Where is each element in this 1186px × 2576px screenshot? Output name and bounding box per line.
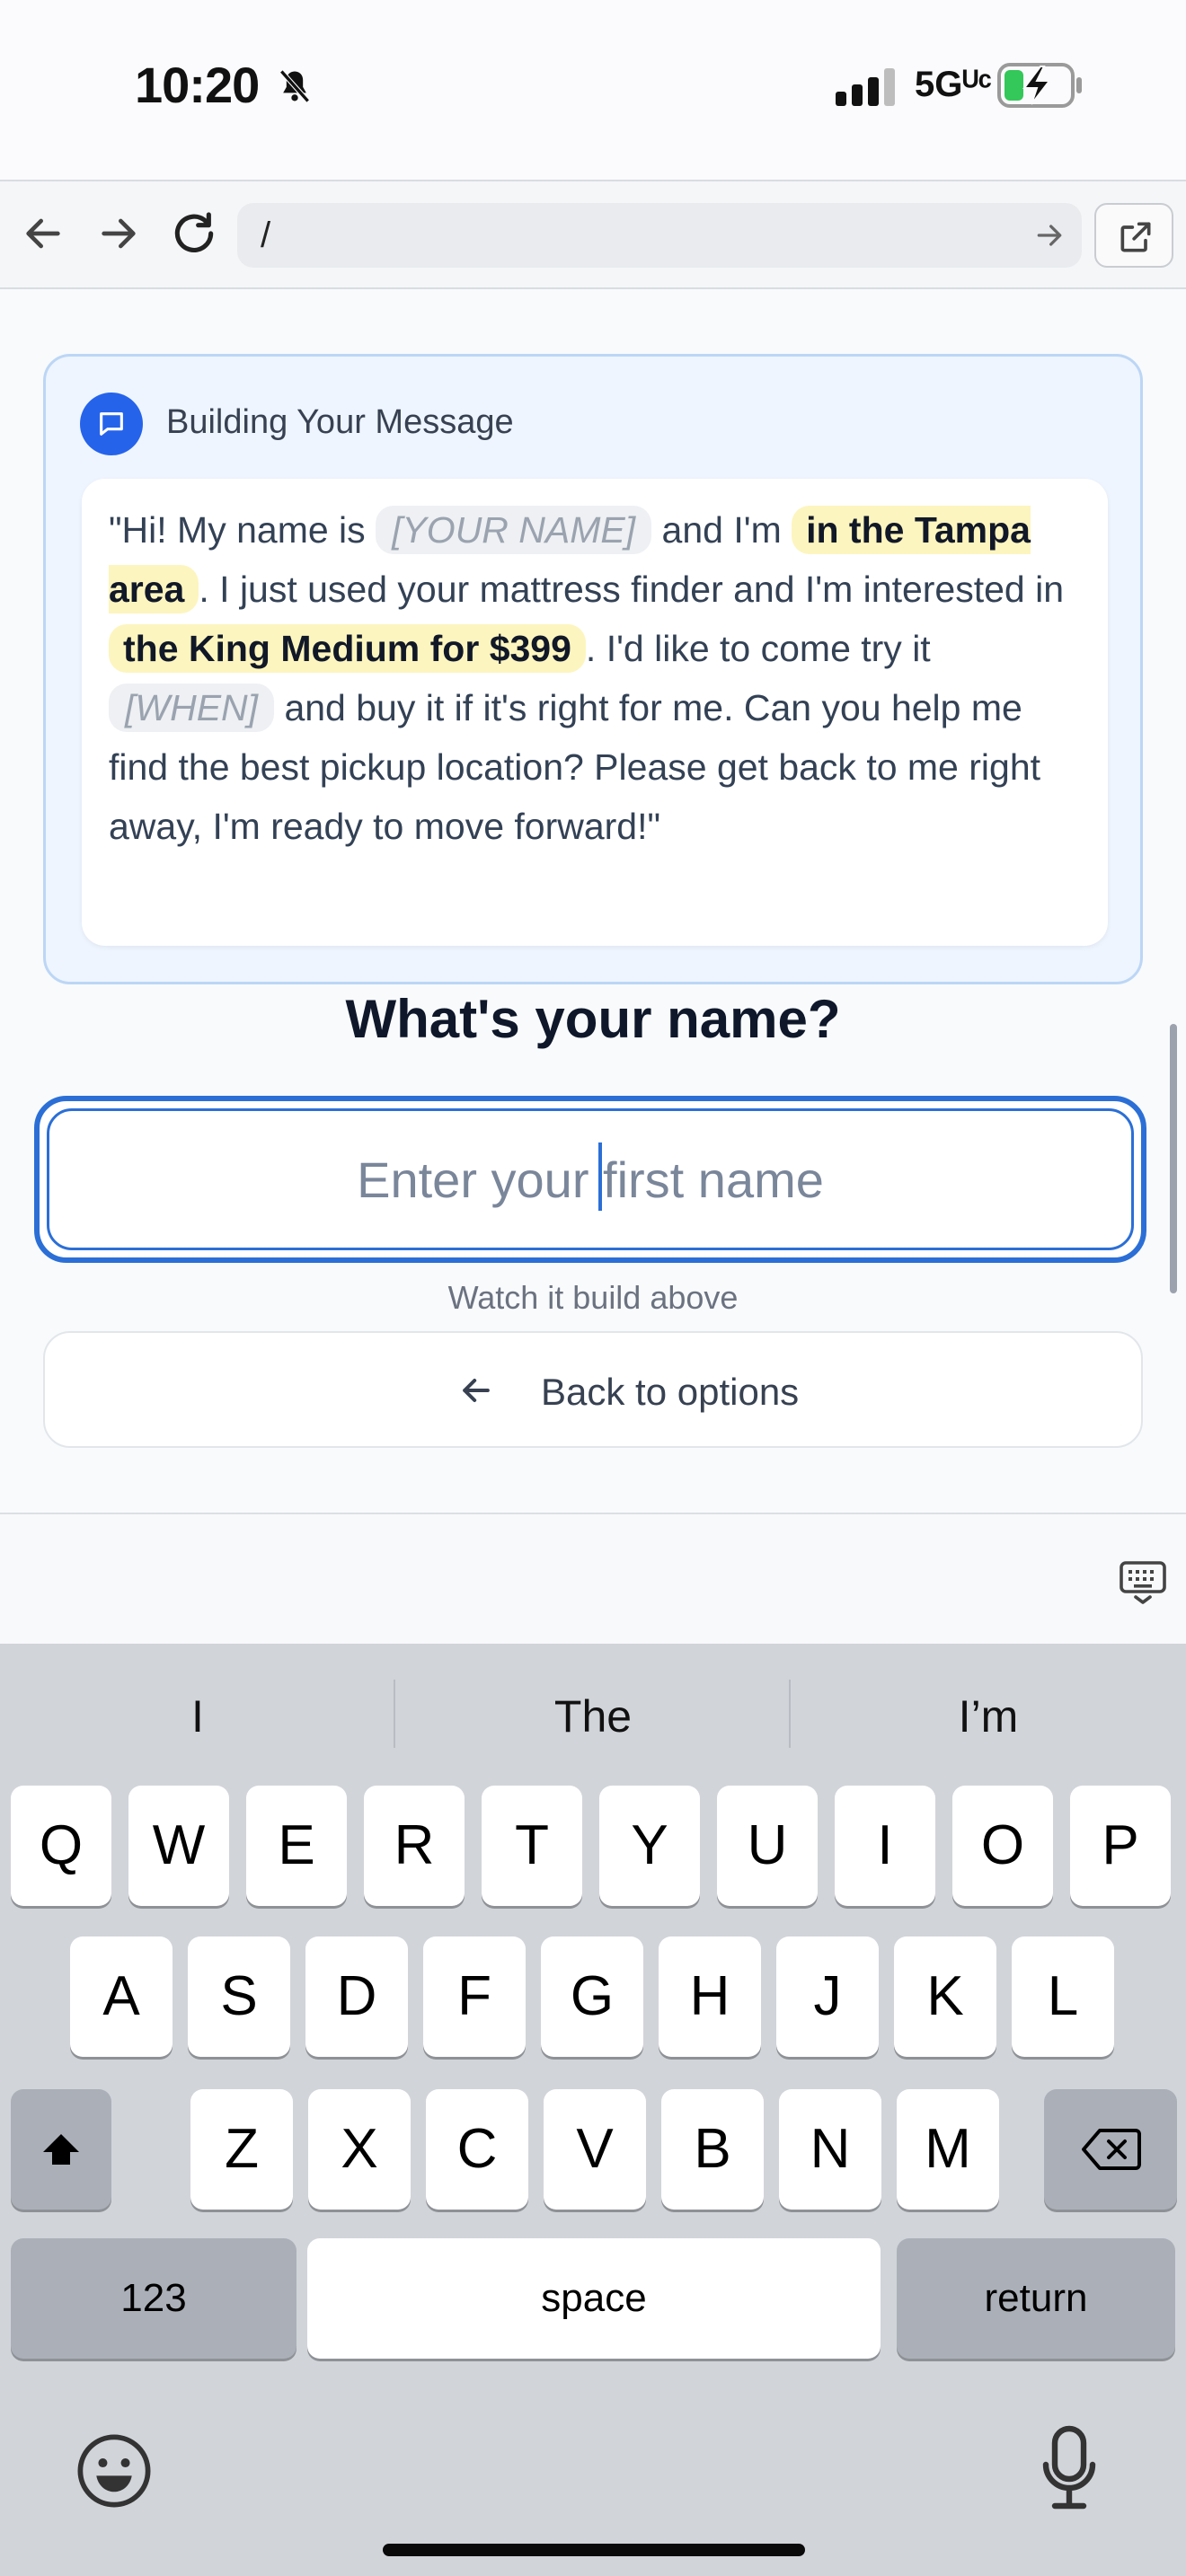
- name-question: What's your name?: [345, 989, 841, 1049]
- product-highlight: the King Medium for $399: [109, 624, 586, 673]
- shift-arrow-icon: [43, 2134, 79, 2165]
- key-n[interactable]: N: [779, 2089, 881, 2210]
- browser-toolbar: /: [0, 180, 1186, 289]
- key-x[interactable]: X: [308, 2089, 411, 2210]
- key-j[interactable]: J: [776, 1936, 879, 2057]
- name-field[interactable]: [47, 1108, 1134, 1250]
- key-u[interactable]: U: [717, 1786, 818, 1906]
- battery-charging-icon: [997, 63, 1082, 108]
- scrollbar-thumb[interactable]: [1170, 1024, 1177, 1293]
- open-external-button[interactable]: [1094, 203, 1173, 268]
- back-to-options-button[interactable]: Back to options: [43, 1331, 1143, 1448]
- suggestion-1[interactable]: I: [0, 1690, 395, 1742]
- network-type: 5Gᵁᶜ: [915, 65, 992, 104]
- key-y[interactable]: Y: [599, 1786, 700, 1906]
- key-p[interactable]: P: [1070, 1786, 1171, 1906]
- suggestion-2[interactable]: The: [395, 1690, 791, 1742]
- key-a[interactable]: A: [70, 1936, 173, 2057]
- key-r[interactable]: R: [364, 1786, 465, 1906]
- key-s[interactable]: S: [188, 1936, 290, 2057]
- return-key[interactable]: return: [897, 2238, 1175, 2359]
- left-arrow-icon: [463, 1378, 490, 1403]
- back-arrow-icon[interactable]: [18, 208, 68, 259]
- cellular-signal-icon: [836, 68, 895, 106]
- reload-icon[interactable]: [169, 208, 219, 259]
- suggestion-3[interactable]: I’m: [791, 1690, 1186, 1742]
- address-text: /: [261, 216, 271, 255]
- key-l[interactable]: L: [1012, 1936, 1114, 2057]
- message-box: "Hi! My name is [YOUR NAME] and I'm in t…: [82, 479, 1108, 946]
- onscreen-keyboard: I The I’m 123 space return QWERTYUIOPASD…: [0, 1644, 1186, 2576]
- key-d[interactable]: D: [305, 1936, 408, 2057]
- key-g[interactable]: G: [541, 1936, 643, 2057]
- key-v[interactable]: V: [544, 2089, 646, 2210]
- key-k[interactable]: K: [894, 1936, 996, 2057]
- microphone-icon[interactable]: [1040, 2425, 1098, 2511]
- back-button-label: Back to options: [541, 1371, 800, 1413]
- status-bar: 10:20 5Gᵁᶜ: [0, 0, 1186, 180]
- keyboard-dismiss-icon[interactable]: [1118, 1557, 1168, 1608]
- key-f[interactable]: F: [423, 1936, 526, 2057]
- key-i[interactable]: I: [835, 1786, 935, 1906]
- backspace-icon: [1082, 2129, 1141, 2170]
- shift-key[interactable]: [11, 2089, 111, 2210]
- hint-text: Watch it build above: [447, 1279, 739, 1316]
- message-part: "Hi! My name is: [109, 509, 376, 551]
- keyboard-accessory-bar: [0, 1513, 1186, 1644]
- delete-key[interactable]: [1044, 2089, 1177, 2210]
- card-title: Building Your Message: [166, 403, 514, 441]
- key-c[interactable]: C: [426, 2089, 528, 2210]
- when-placeholder: [WHEN]: [109, 684, 275, 732]
- numbers-key[interactable]: 123: [11, 2238, 296, 2359]
- home-indicator[interactable]: [383, 2544, 805, 2556]
- message-icon-badge: [80, 393, 143, 455]
- message-part: . I'd like to come try it: [585, 628, 931, 669]
- space-key[interactable]: space: [307, 2238, 881, 2359]
- key-h[interactable]: H: [659, 1936, 761, 2057]
- key-q[interactable]: Q: [11, 1786, 111, 1906]
- key-b[interactable]: B: [661, 2089, 764, 2210]
- message-preview-card: Building Your Message "Hi! My name is [Y…: [43, 354, 1143, 984]
- forward-arrow-icon[interactable]: [93, 208, 144, 259]
- first-name-input[interactable]: [49, 1111, 1131, 1248]
- external-link-icon: [1120, 222, 1151, 252]
- key-m[interactable]: M: [897, 2089, 999, 2210]
- go-arrow-icon[interactable]: [1031, 217, 1067, 253]
- key-o[interactable]: O: [952, 1786, 1053, 1906]
- key-e[interactable]: E: [246, 1786, 347, 1906]
- emoji-icon[interactable]: [75, 2432, 153, 2510]
- key-z[interactable]: Z: [190, 2089, 293, 2210]
- key-t[interactable]: T: [482, 1786, 582, 1906]
- text-cursor: [598, 1142, 602, 1211]
- address-bar[interactable]: /: [237, 203, 1082, 268]
- key-w[interactable]: W: [128, 1786, 229, 1906]
- status-time: 10:20: [135, 57, 260, 113]
- message-part: . I just used your mattress finder and I…: [199, 569, 1065, 610]
- name-field-focus-ring[interactable]: [34, 1096, 1146, 1263]
- chat-bubble-icon: [100, 412, 123, 436]
- message-part: and I'm: [651, 509, 792, 551]
- silent-bell-icon: [279, 69, 310, 103]
- name-placeholder: [YOUR NAME]: [376, 506, 652, 554]
- message-text: "Hi! My name is [YOUR NAME] and I'm in t…: [109, 500, 1088, 856]
